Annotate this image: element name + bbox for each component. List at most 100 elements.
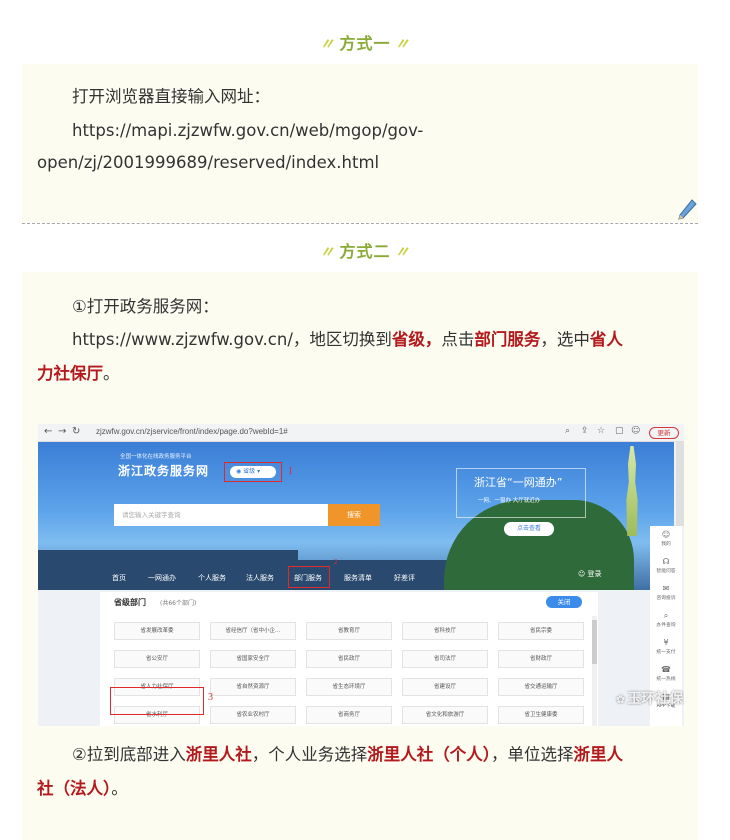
department-item[interactable]: 省民宗委 xyxy=(498,622,584,640)
department-item[interactable]: 省国家安全厅 xyxy=(210,650,296,668)
nav-home[interactable]: 首页 xyxy=(112,573,126,583)
department-item[interactable]: 省科技厅 xyxy=(402,622,488,640)
department-item[interactable]: 省卫生健康委 xyxy=(498,706,584,724)
highlight-hrss-part1: 省人 xyxy=(589,330,623,349)
panel-close-button[interactable]: 关闭 xyxy=(546,596,582,608)
rail-item[interactable]: ¥ 统一支付 xyxy=(650,638,682,655)
rail-label: 咨询投诉 xyxy=(656,596,676,601)
rail-item[interactable]: ☺ 我的 xyxy=(650,530,682,547)
step1-line: https://www.zjzwfw.gov.cn/，地区切换到省级，点击部门服… xyxy=(72,323,623,357)
forward-icon[interactable]: → xyxy=(58,426,66,437)
department-item[interactable]: 省生态环境厅 xyxy=(306,678,392,696)
annotation-box-2 xyxy=(288,566,330,588)
site-search-button[interactable]: 搜索 xyxy=(328,504,380,526)
department-item[interactable]: 省商务厅 xyxy=(306,706,392,724)
profile-icon[interactable]: ☺ xyxy=(631,426,640,436)
step1-line2: 力社保厅。 xyxy=(37,357,120,391)
panel-scrollbar-thumb[interactable] xyxy=(592,620,597,664)
slogan-sub: 一网、一窗办 大厅就近办 xyxy=(478,498,541,504)
department-item[interactable]: 省农业农村厅 xyxy=(210,706,296,724)
panel-count: (共66个部门) xyxy=(160,600,197,607)
site-banner: 全国一体化在线政务服务平台 浙江政务服务网 ◉ 省级 ▾ 1 请您输入关键字查询… xyxy=(38,442,674,590)
mail-icon: ✉ xyxy=(662,584,670,593)
view-button[interactable]: 点击查看 xyxy=(504,522,554,536)
user-icon: ☺ xyxy=(661,530,671,539)
browser-url[interactable]: zjzwfw.gov.cn/zjservice/front/index/page… xyxy=(96,427,288,436)
highlight-hrss-part2: 力社保厅 xyxy=(37,364,103,383)
search-icon[interactable]: ⌕ xyxy=(565,426,570,436)
update-button[interactable]: 更新 xyxy=(649,427,679,439)
annotation-number-1: 1 xyxy=(288,466,293,477)
quote-mark-icon: 〃 xyxy=(319,243,336,261)
nav-service-list[interactable]: 服务清单 xyxy=(344,573,372,583)
department-item[interactable]: 省财政厅 xyxy=(498,650,584,668)
reload-icon[interactable]: ↻ xyxy=(72,426,80,437)
wechat-icon: ✿ xyxy=(616,693,626,706)
rail-label: 统一支付 xyxy=(656,650,676,655)
step2-text: ②拉到底部进入 xyxy=(72,745,186,764)
department-item[interactable]: 省自然资源厅 xyxy=(210,678,296,696)
nav-personal[interactable]: 个人服务 xyxy=(198,573,226,583)
panel-title: 省级部门 xyxy=(114,598,146,607)
back-icon[interactable]: ← xyxy=(44,426,52,437)
department-item[interactable]: 省发展改革委 xyxy=(114,622,200,640)
payment-icon: ¥ xyxy=(663,638,669,647)
nav-rating[interactable]: 好差评 xyxy=(394,573,415,583)
chat-icon: ☊ xyxy=(662,557,670,566)
step2-text: 。 xyxy=(111,779,128,798)
nav-one-stop[interactable]: 一网通办 xyxy=(148,573,176,583)
step1-text: ，选中 xyxy=(540,330,590,349)
star-icon[interactable]: ☆ xyxy=(597,426,605,436)
step2-line: ②拉到底部进入浙里人社，个人业务选择浙里人社（个人），单位选择浙里人 xyxy=(72,738,623,772)
site-search-input[interactable]: 请您输入关键字查询 xyxy=(114,504,328,526)
department-item[interactable]: 省交通运输厅 xyxy=(498,678,584,696)
department-item[interactable]: 省经信厅（省中小企… xyxy=(210,622,296,640)
search-icon: ⌕ xyxy=(663,611,669,620)
browser-toolbar: ← → ↻ zjzwfw.gov.cn/zjservice/front/inde… xyxy=(38,424,684,442)
step1-text: ，地区切换到 xyxy=(292,330,392,349)
rail-label: 办件查询 xyxy=(656,623,676,628)
banner-title: 浙江政务服务网 xyxy=(118,464,210,478)
quote-mark-icon: 〃 xyxy=(394,243,411,261)
login-link[interactable]: ☺ 登录 xyxy=(578,569,602,579)
method1-url-line2[interactable]: open/zj/2001999689/reserved/index.html xyxy=(37,146,379,180)
department-item[interactable]: 省教育厅 xyxy=(306,622,392,640)
rail-item[interactable]: ☊ 智能问答 xyxy=(650,557,682,574)
quote-mark-icon: 〃 xyxy=(319,35,336,53)
annotation-box-3 xyxy=(110,687,204,715)
highlight-personal: 浙里人社（个人） xyxy=(367,745,492,764)
nav-corporate[interactable]: 法人服务 xyxy=(246,573,274,583)
step1-label: ①打开政务服务网： xyxy=(72,297,219,316)
highlight-corp-part2: 社（法人） xyxy=(37,779,112,798)
method1-url-line1[interactable]: https://mapi.zjzwfw.gov.cn/web/mgop/gov- xyxy=(72,114,423,148)
department-item[interactable]: 省司法厅 xyxy=(402,650,488,668)
annotation-box-1 xyxy=(224,462,282,482)
sidepanel-icon[interactable]: ▢ xyxy=(615,426,624,436)
watermark: ✿ 玉环社保 xyxy=(616,691,684,707)
slogan: 浙江省“一网通办” xyxy=(474,476,563,489)
rail-item[interactable]: ⌕ 办件查询 xyxy=(650,611,682,628)
share-icon[interactable]: ⇪ xyxy=(581,426,589,436)
quote-mark-icon: 〃 xyxy=(394,35,411,53)
highlight-dept-service: 部门服务 xyxy=(474,330,541,349)
department-panel: 省级部门 (共66个部门) 关闭 省发展改革委 省经信厅（省中小企… 省教育厅 省科技… xyxy=(100,592,598,726)
pagoda-image xyxy=(626,446,638,536)
department-item[interactable]: 省民政厅 xyxy=(306,650,392,668)
annotation-number-3: 3 xyxy=(208,692,213,703)
highlight-corp-part1: 浙里人 xyxy=(573,745,624,764)
step1-text: 点击 xyxy=(441,330,475,349)
highlight-zheli-hrss: 浙里人社 xyxy=(185,745,252,764)
phone-icon: ☎ xyxy=(661,665,671,674)
method2-heading: 〃方式二〃 xyxy=(319,242,411,261)
rail-item[interactable]: ✉ 咨询投诉 xyxy=(650,584,682,601)
department-item[interactable]: 省文化和旅游厅 xyxy=(402,706,488,724)
step1-text: 。 xyxy=(103,364,120,383)
department-item[interactable]: 省公安厅 xyxy=(114,650,200,668)
page-scrollbar[interactable] xyxy=(676,442,684,526)
rail-item[interactable]: ☎ 统一热线 xyxy=(650,665,682,682)
rail-label: 我的 xyxy=(661,542,671,547)
step1-url[interactable]: https://www.zjzwfw.gov.cn/ xyxy=(72,330,293,349)
step2-line2: 社（法人）。 xyxy=(37,772,128,806)
banner-subtitle: 全国一体化在线政务服务平台 xyxy=(120,454,192,460)
department-item[interactable]: 省建设厅 xyxy=(402,678,488,696)
